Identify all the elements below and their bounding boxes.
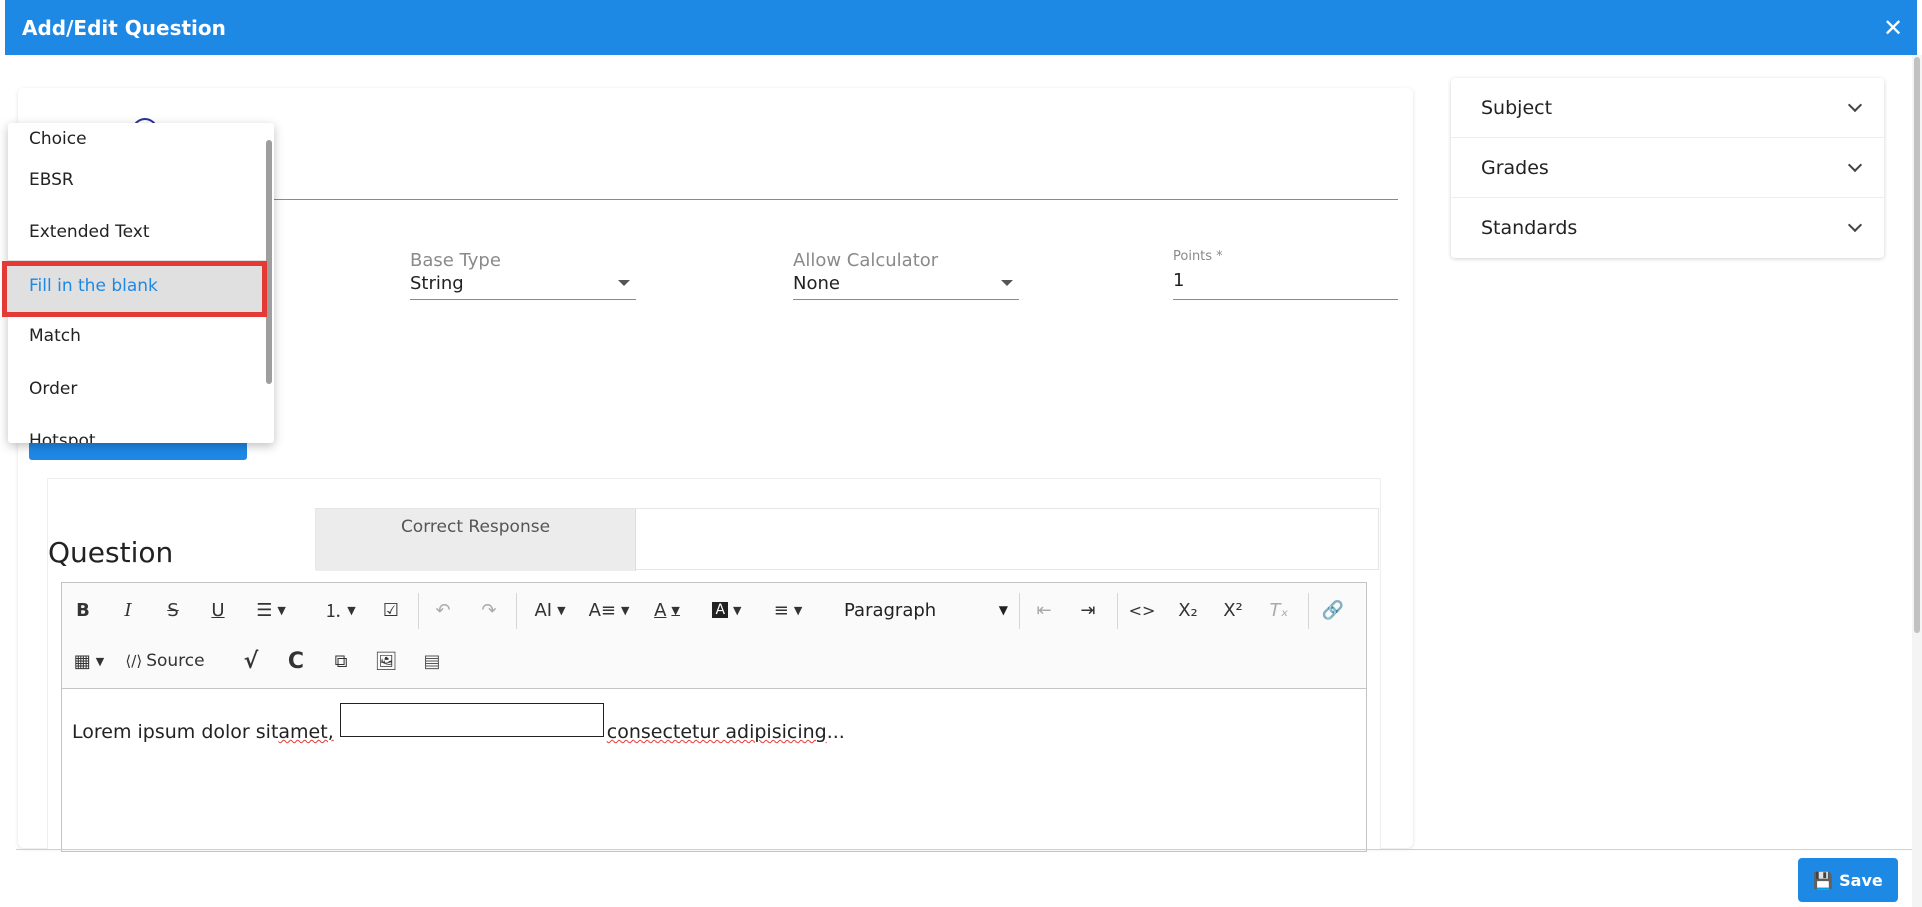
content-text-end: ...: [826, 721, 845, 743]
base-type-underline: [410, 299, 636, 300]
dropdown-item-ebsr[interactable]: EBSR: [8, 154, 266, 206]
dropdown-item-match[interactable]: Match: [8, 310, 266, 362]
code-icon[interactable]: <>: [1125, 593, 1159, 627]
numbered-list-icon[interactable]: ⒈ ▼: [315, 593, 365, 627]
toolbar-separator: [1308, 593, 1309, 629]
base-type-select[interactable]: Base Type String: [410, 250, 636, 300]
table-icon[interactable]: ▦ ▼: [66, 644, 112, 678]
save-label: Save: [1839, 870, 1883, 890]
source-label: Source: [146, 651, 205, 671]
outdent-icon[interactable]: ⇤: [1027, 593, 1061, 627]
page-scrollbar[interactable]: [1912, 55, 1922, 907]
allow-calculator-underline: [793, 299, 1019, 300]
source-button[interactable]: ⟨/⟩ Source: [120, 644, 210, 678]
toolbar-separator: [418, 593, 419, 629]
footer-divider: [16, 849, 1912, 850]
chevron-down-icon: [1847, 157, 1863, 172]
content-text-start: Lorem ipsum dolor sit: [72, 721, 279, 743]
save-icon: 💾: [1813, 870, 1834, 890]
bulleted-list-icon[interactable]: ☰ ▼: [246, 593, 296, 627]
caret-down-icon: [1001, 280, 1013, 286]
allow-calculator-select[interactable]: Allow Calculator None: [793, 250, 1019, 300]
chevron-down-icon: ▼: [998, 603, 1008, 617]
close-icon[interactable]: ✕: [1881, 14, 1905, 42]
superscript-icon[interactable]: X²: [1216, 593, 1250, 627]
dialog-title: Add/Edit Question: [22, 15, 226, 40]
editor-toolbar: B I S U ☰ ▼ ⒈ ▼ ☑ ↶ ↷ AI ▼ A≡ ▼ A ▼ A ▼ ≡ ▼ Par…: [62, 583, 1366, 689]
subscript-icon[interactable]: X₂: [1171, 593, 1205, 627]
metadata-accordion: Subject Grades Standards: [1451, 78, 1884, 258]
dialog-header: Add/Edit Question ✕: [5, 0, 1917, 55]
text-align-icon[interactable]: ≡ ▼: [763, 593, 813, 627]
font-color-icon[interactable]: A ▼: [643, 593, 691, 627]
question-type-underline: [270, 199, 1398, 200]
source-icon: ⟨/⟩: [125, 652, 143, 670]
bold-icon[interactable]: B: [66, 593, 100, 627]
accordion-grades-label: Grades: [1481, 156, 1549, 179]
add-button-partial[interactable]: [29, 440, 247, 460]
link-icon[interactable]: 🔗: [1316, 593, 1350, 627]
caret-down-icon: [618, 280, 630, 286]
response-tabs: Correct Response: [315, 508, 1379, 571]
strikethrough-icon[interactable]: S: [156, 593, 190, 627]
editor-content[interactable]: Lorem ipsum dolor sit amet, consectetur a…: [72, 703, 845, 743]
allow-calculator-label: Allow Calculator: [793, 250, 939, 271]
dropdown-item-hotspot[interactable]: Hotspot: [8, 415, 266, 443]
dropdown-scrollbar[interactable]: [266, 140, 272, 384]
accordion-standards-label: Standards: [1481, 217, 1578, 239]
points-underline: [1173, 299, 1398, 300]
dropdown-item-fill-in-the-blank[interactable]: Fill in the blank: [8, 260, 266, 312]
question-type-dropdown: Choice EBSR Extended Text Fill in the bl…: [8, 123, 274, 443]
page-scrollbar-thumb[interactable]: [1914, 57, 1920, 633]
blank-input-box[interactable]: [339, 703, 604, 737]
allow-calculator-value: None: [793, 273, 840, 294]
points-value: 1: [1173, 270, 1185, 291]
paragraph-select[interactable]: Paragraph ▼: [834, 593, 1014, 627]
points-input[interactable]: Points * 1: [1173, 249, 1398, 300]
font-size-icon[interactable]: AI ▼: [524, 593, 576, 627]
math-equation-icon[interactable]: √: [234, 644, 268, 678]
accordion-grades[interactable]: Grades: [1451, 138, 1884, 198]
question-heading: Question: [48, 536, 174, 569]
document-icon[interactable]: ▤: [415, 644, 449, 678]
base-type-value: String: [410, 273, 464, 294]
redo-icon[interactable]: ↷: [472, 593, 506, 627]
save-button[interactable]: 💾 Save: [1798, 858, 1898, 902]
accordion-subject[interactable]: Subject: [1451, 78, 1884, 138]
insert-media-icon[interactable]: ⧉: [324, 644, 358, 678]
underline-icon[interactable]: U: [201, 593, 235, 627]
chevron-down-icon: [1847, 97, 1863, 112]
insert-image-icon[interactable]: 🖼: [369, 644, 403, 678]
dropdown-item-order[interactable]: Order: [8, 363, 266, 415]
toolbar-separator: [516, 593, 517, 629]
rich-text-editor: B I S U ☰ ▼ ⒈ ▼ ☑ ↶ ↷ AI ▼ A≡ ▼ A ▼ A ▼ ≡ ▼ Par…: [61, 582, 1367, 852]
undo-icon[interactable]: ↶: [426, 593, 460, 627]
accordion-standards[interactable]: Standards: [1451, 198, 1884, 258]
points-label: Points *: [1173, 249, 1223, 264]
content-misspelled-word: amet,: [278, 721, 334, 743]
chevron-down-icon: [1847, 217, 1863, 233]
accordion-subject-label: Subject: [1481, 96, 1553, 119]
base-type-label: Base Type: [410, 250, 501, 271]
content-misspelled-phrase: consectetur adipisicing: [606, 721, 827, 743]
italic-icon[interactable]: I: [111, 593, 145, 627]
font-family-icon[interactable]: A≡ ▼: [583, 593, 635, 627]
indent-icon[interactable]: ⇥: [1071, 593, 1105, 627]
todo-list-icon[interactable]: ☑: [374, 593, 408, 627]
remove-format-icon[interactable]: Tₓ: [1262, 593, 1296, 627]
tab-correct-response[interactable]: Correct Response: [316, 509, 636, 571]
chemistry-icon[interactable]: C: [279, 644, 313, 678]
dropdown-item-extended-text[interactable]: Extended Text: [8, 206, 266, 258]
paragraph-select-value: Paragraph: [844, 599, 937, 621]
toolbar-separator: [1117, 593, 1118, 629]
toolbar-separator: [1019, 593, 1020, 629]
background-color-icon[interactable]: A ▼: [703, 593, 751, 627]
